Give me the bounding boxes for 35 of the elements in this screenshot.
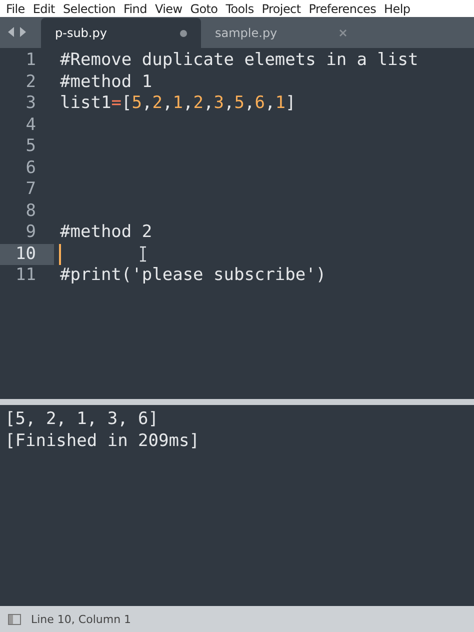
line-number: 5 [24, 136, 37, 158]
i-beam-pointer-icon [139, 246, 147, 262]
menu-item[interactable]: File [3, 2, 30, 16]
sidebar-toggle-icon[interactable] [8, 614, 21, 624]
line-number: 4 [24, 114, 37, 136]
code-line: #print('please subscribe') [59, 265, 326, 286]
file-tab[interactable]: p-sub.py [41, 18, 201, 48]
line-number: 7 [24, 179, 37, 200]
code-line: #method 2 [59, 222, 152, 244]
status-text: Line 10, Column 1 [31, 612, 132, 626]
output-line: [5, 2, 1, 3, 6] [5, 408, 160, 430]
menu-item[interactable]: Tools [222, 2, 259, 16]
code-line: list1=[5,2,1,2,3,5,6,1] [59, 93, 296, 114]
code-line: #Remove duplicate elemets in a list [59, 50, 418, 72]
menu-item[interactable]: View [152, 2, 188, 16]
code-line: #method 1 [59, 72, 152, 93]
line-number: 3 [24, 93, 37, 114]
line-number: 6 [24, 158, 37, 179]
line-number: 8 [24, 200, 37, 222]
menu-item[interactable]: Selection [60, 2, 121, 16]
line-number: 11 [14, 265, 37, 286]
menu-item[interactable]: Find [120, 2, 152, 16]
line-number: 2 [24, 72, 37, 93]
file-tab[interactable]: sample.py [201, 18, 361, 48]
close-icon[interactable] [339, 29, 347, 37]
menu-item[interactable]: Edit [30, 2, 60, 16]
text-cursor [59, 244, 61, 265]
menu-item[interactable]: Project [258, 2, 306, 16]
menu-item[interactable]: Help [381, 2, 416, 16]
output-line: [Finished in 209ms] [5, 430, 200, 452]
line-number: 9 [24, 222, 37, 244]
line-number: 1 [24, 50, 37, 72]
menu-item[interactable]: Goto [187, 2, 223, 16]
menu-item[interactable]: Preferences [306, 2, 382, 16]
line-number: 10 [0, 244, 54, 265]
